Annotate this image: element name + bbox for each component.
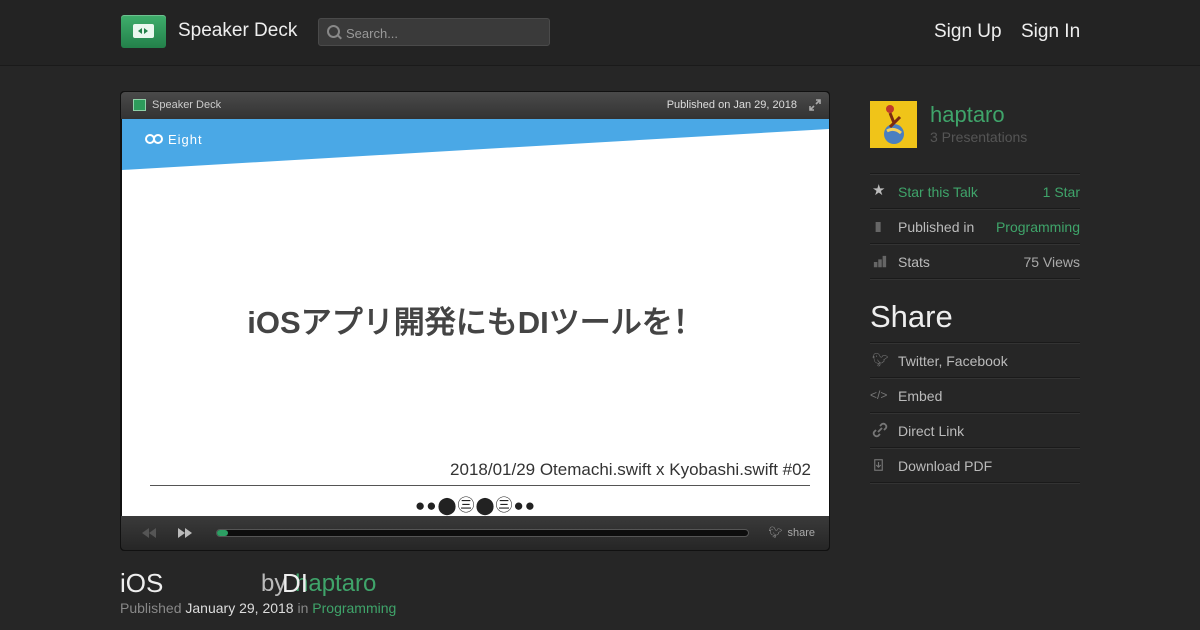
- star-talk-row[interactable]: ★ Star this Talk 1 Star: [870, 173, 1080, 208]
- slide-dots: ●●⬤㊂⬤㊂●●: [414, 496, 537, 515]
- sidebar-divider-bottom: [870, 482, 1080, 486]
- stats-label: Stats: [898, 254, 930, 270]
- player-published-date: Published on Jan 29, 2018: [666, 99, 797, 111]
- speakerdeck-logo-icon[interactable]: [121, 15, 166, 48]
- slide-blue-banner: [122, 119, 829, 170]
- slide-divider: [150, 485, 810, 486]
- category-link[interactable]: Programming: [312, 600, 396, 616]
- player-controls: 🐦︎ share: [121, 516, 829, 550]
- stats-row: Stats 75 Views: [870, 243, 1080, 278]
- sign-in-link[interactable]: Sign In: [1021, 21, 1080, 43]
- fullscreen-icon[interactable]: [809, 99, 821, 111]
- star-count: 1 Star: [1042, 184, 1080, 200]
- search-box[interactable]: [318, 18, 550, 46]
- share-direct-link[interactable]: Direct Link: [870, 412, 1080, 447]
- code-icon: </>: [870, 388, 888, 402]
- stats-views: 75 Views: [1023, 254, 1080, 270]
- top-header: Speaker Deck Sign Up Sign In: [0, 0, 1200, 66]
- avatar-image: [870, 101, 917, 148]
- slide-title: iOSアプリ開発にもDIツールを！: [247, 305, 704, 340]
- share-download-pdf-label[interactable]: Download PDF: [898, 458, 992, 474]
- share-download-pdf[interactable]: Download PDF: [870, 447, 1080, 482]
- player-top-bar: Speaker Deck Published on Jan 29, 2018: [121, 92, 829, 119]
- star-talk-label[interactable]: Star this Talk: [898, 184, 978, 200]
- player-share-button[interactable]: 🐦︎ share: [769, 526, 816, 539]
- search-input[interactable]: [344, 23, 548, 43]
- published-in-label: Published in: [898, 219, 975, 235]
- link-icon: [872, 422, 888, 438]
- share-heading: Share: [870, 299, 953, 334]
- sidebar-presentation-count[interactable]: 3 Presentations: [930, 129, 1027, 145]
- slide-image[interactable]: Eight iOSアプリ開発にもDIツールを！ 2018/01/29 Otema…: [122, 119, 829, 516]
- in-label: in: [297, 600, 309, 616]
- player-brand[interactable]: Speaker Deck: [152, 99, 221, 111]
- author-avatar[interactable]: [870, 101, 917, 148]
- brand-name[interactable]: Speaker Deck: [178, 20, 297, 42]
- slide-progress-fill: [217, 530, 228, 536]
- sign-up-link[interactable]: Sign Up: [934, 21, 1002, 43]
- published-label: Published: [120, 600, 182, 616]
- slide-brand: Eight: [168, 132, 203, 147]
- talk-published-line: Published January 29, 2018 in Programmin…: [120, 600, 396, 616]
- twitter-bird-icon: 🐦︎: [768, 527, 783, 539]
- talk-title: iOS: [120, 568, 164, 598]
- sidebar-author-name[interactable]: haptaro: [930, 102, 1005, 128]
- share-embed-label[interactable]: Embed: [898, 388, 942, 404]
- bar-chart-icon: [873, 255, 887, 268]
- next-slide-icon[interactable]: [177, 527, 193, 539]
- share-embed[interactable]: </> Embed: [870, 377, 1080, 412]
- previous-slide-icon[interactable]: [141, 527, 157, 539]
- star-icon: ★: [872, 182, 886, 199]
- share-direct-link-label[interactable]: Direct Link: [898, 423, 964, 439]
- talk-title-suffix: DI: [282, 568, 308, 598]
- published-in-category[interactable]: Programming: [996, 219, 1080, 235]
- published-in-row: Published in Programming: [870, 208, 1080, 243]
- search-icon: [327, 25, 340, 38]
- published-date: January 29, 2018: [185, 600, 294, 616]
- slide-player: Speaker Deck Published on Jan 29, 2018 E…: [120, 91, 830, 551]
- sidebar-divider: [870, 278, 1080, 282]
- download-icon: [874, 459, 883, 471]
- slide-progress-bar[interactable]: [216, 529, 749, 537]
- share-twitter-facebook-label[interactable]: Twitter, Facebook: [898, 353, 1008, 369]
- eight-logo-icon: [145, 134, 163, 144]
- share-twitter-facebook[interactable]: 🐦︎ Twitter, Facebook: [870, 342, 1080, 377]
- bookmark-icon: [875, 222, 881, 232]
- slide-subtitle: 2018/01/29 Otemachi.swift x Kyobashi.swi…: [450, 460, 811, 479]
- twitter-bird-icon: 🐦︎: [872, 352, 889, 367]
- player-share-label: share: [787, 527, 815, 539]
- speakerdeck-mini-logo-icon[interactable]: [133, 99, 146, 111]
